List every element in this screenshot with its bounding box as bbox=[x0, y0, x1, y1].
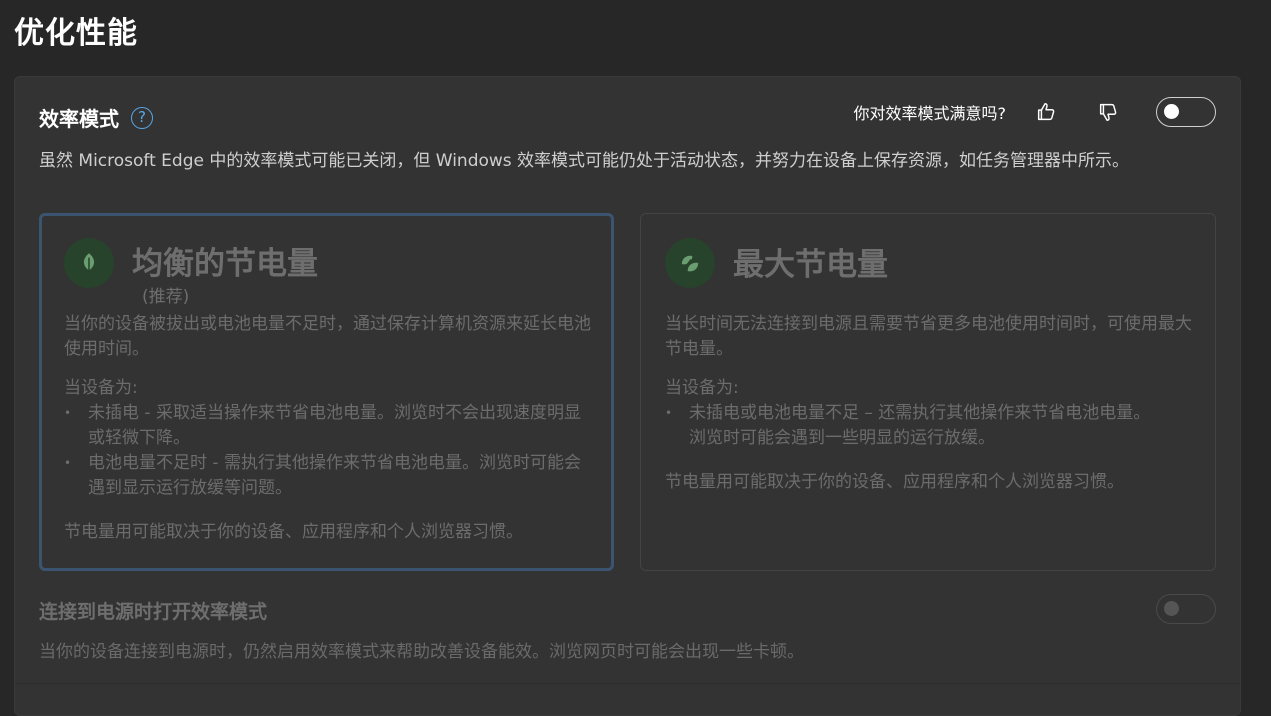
feedback-question: 你对效率模式满意吗? bbox=[853, 104, 1007, 123]
list-item: 未插电 - 采取适当操作来节省电池电量。浏览时不会出现速度明显或轻微下降。 bbox=[64, 401, 594, 451]
list-item: 电池电量不足时 - 需执行其他操作来节省电池电量。浏览时可能会遇到显示运行放缓等… bbox=[64, 451, 594, 501]
balanced-footnote: 节电量用可能取决于你的设备、应用程序和个人浏览器习惯。 bbox=[64, 522, 523, 542]
power-mode-toggle[interactable] bbox=[1156, 594, 1216, 624]
maximum-description: 当长时间无法连接到电源且需要节省更多电池使用时间时，可使用最大节电量。 bbox=[665, 314, 1192, 359]
balanced-subtitle: (推荐) bbox=[142, 287, 190, 307]
efficiency-card: 效率模式 ? 你对效率模式满意吗? 虽然 Microsoft Edge 中的效率… bbox=[14, 76, 1241, 716]
toggle-knob bbox=[1164, 601, 1179, 616]
power-mode-title: 连接到电源时打开效率模式 bbox=[39, 601, 268, 623]
maximum-savings-option[interactable]: 最大节电量 当长时间无法连接到电源且需要节省更多电池使用时间时，可使用最大节电量… bbox=[640, 213, 1216, 571]
leaf-icon bbox=[64, 238, 114, 288]
list-item: 未插电或电池电量不足 – 还需执行其他操作来节省电池电量。浏览时可能会遇到一些明… bbox=[665, 401, 1165, 451]
efficiency-toggle[interactable] bbox=[1156, 97, 1216, 127]
efficiency-header: 效率模式 ? bbox=[39, 103, 153, 132]
divider bbox=[15, 683, 1240, 684]
question-circle-icon[interactable]: ? bbox=[131, 106, 153, 129]
thumbs-down-icon[interactable] bbox=[1094, 98, 1122, 126]
maximum-bullet-list: 未插电或电池电量不足 – 还需执行其他操作来节省电池电量。浏览时可能会遇到一些明… bbox=[665, 401, 1165, 451]
feedback-bar: 你对效率模式满意吗? bbox=[853, 97, 1216, 127]
leaves-icon bbox=[665, 238, 715, 288]
page-title: 优化性能 bbox=[14, 16, 138, 51]
maximum-title: 最大节电量 bbox=[733, 247, 888, 283]
balanced-description: 当你的设备被拔出或电池电量不足时，通过保存计算机资源来延长电池使用时间。 bbox=[64, 314, 591, 359]
power-mode-description: 当你的设备连接到电源时，仍然启用效率模式来帮助改善设备能效。浏览网页时可能会出现… bbox=[39, 642, 804, 662]
maximum-footnote: 节电量用可能取决于你的设备、应用程序和个人浏览器习惯。 bbox=[665, 472, 1124, 492]
balanced-savings-option[interactable]: 均衡的节电量 (推荐) 当你的设备被拔出或电池电量不足时，通过保存计算机资源来延… bbox=[39, 213, 614, 571]
maximum-when-label: 当设备为: bbox=[665, 378, 739, 398]
thumbs-up-icon[interactable] bbox=[1032, 98, 1060, 126]
balanced-bullet-list: 未插电 - 采取适当操作来节省电池电量。浏览时不会出现速度明显或轻微下降。 电池… bbox=[64, 401, 594, 501]
balanced-when-label: 当设备为: bbox=[64, 378, 138, 398]
efficiency-title: 效率模式 bbox=[39, 107, 119, 131]
toggle-knob bbox=[1164, 104, 1179, 119]
efficiency-description: 虽然 Microsoft Edge 中的效率模式可能已关闭，但 Windows … bbox=[39, 151, 1130, 171]
balanced-title: 均衡的节电量 bbox=[132, 246, 318, 282]
